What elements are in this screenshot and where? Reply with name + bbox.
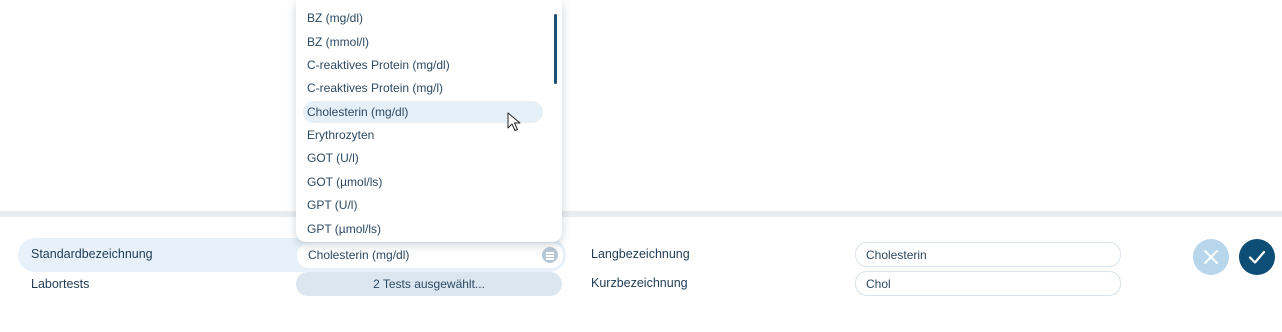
mouse-cursor-icon: [507, 112, 521, 131]
kurzbezeichnung-label: Kurzbezeichnung: [591, 276, 688, 290]
top-content-area: [0, 0, 1282, 211]
standardbezeichnung-value: Cholesterin (mg/dl): [308, 248, 410, 262]
langbezeichnung-input[interactable]: Cholesterin: [855, 242, 1121, 267]
close-icon: [1204, 250, 1218, 264]
confirm-button[interactable]: [1239, 239, 1275, 275]
dropdown-option[interactable]: BZ (mmol/l): [303, 31, 543, 53]
labortests-button[interactable]: 2 Tests ausgewählt...: [296, 272, 562, 296]
labortests-label: Labortests: [31, 277, 90, 291]
standardbezeichnung-select[interactable]: Cholesterin (mg/dl): [297, 243, 563, 268]
dropdown-scrollbar[interactable]: [554, 14, 557, 84]
standardbezeichnung-label: Standardbezeichnung: [31, 247, 153, 261]
cancel-button[interactable]: [1193, 239, 1229, 275]
dropdown-option[interactable]: GPT (U/l): [303, 194, 543, 216]
dropdown-option[interactable]: BZ (mg/dl): [303, 7, 543, 29]
dropdown-option[interactable]: GOT (µmol/ls): [303, 171, 543, 193]
standardbezeichnung-dropdown[interactable]: BZ (mg/dl) BZ (mmol/l) C-reaktives Prote…: [296, 0, 562, 242]
dropdown-option[interactable]: C-reaktives Protein (mg/dl): [303, 54, 543, 76]
check-icon: [1248, 250, 1266, 264]
dropdown-option[interactable]: C-reaktives Protein (mg/l): [303, 77, 543, 99]
dropdown-option[interactable]: GOT (U/l): [303, 147, 543, 169]
dropdown-option[interactable]: GPT (µmol/ls): [303, 218, 543, 240]
langbezeichnung-label: Langbezeichnung: [591, 247, 690, 261]
list-icon[interactable]: [542, 247, 558, 263]
kurzbezeichnung-input[interactable]: Chol: [855, 271, 1121, 296]
